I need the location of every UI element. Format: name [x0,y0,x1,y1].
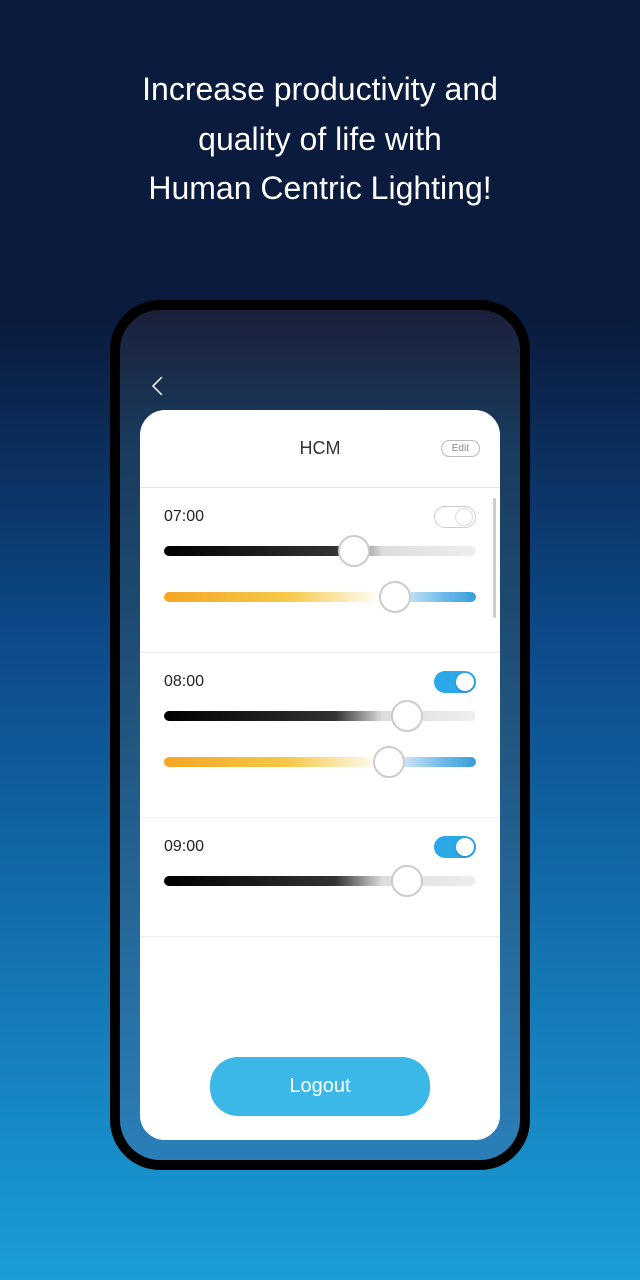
schedule-list: 07:00 08:00 [140,488,500,1039]
settings-card: HCM Edit 07:00 [140,410,500,1140]
phone-frame: HCM Edit 07:00 [110,300,530,1170]
slider-thumb-icon [391,865,423,897]
enable-toggle[interactable] [434,836,476,858]
back-button[interactable] [150,375,164,397]
logout-button[interactable]: Logout [210,1057,430,1116]
schedule-entry: 09:00 [140,818,500,937]
brightness-slider[interactable] [164,711,476,721]
enable-toggle[interactable] [434,506,476,528]
toggle-knob-icon [455,508,473,526]
phone-screen: HCM Edit 07:00 [120,310,520,1160]
headline-line-3: Human Centric Lighting! [0,164,640,214]
schedule-time: 09:00 [164,838,204,856]
slider-thumb-icon [391,700,423,732]
card-header: HCM Edit [140,410,500,488]
scrollbar[interactable] [493,498,496,618]
schedule-time: 08:00 [164,673,204,691]
toggle-knob-icon [456,673,474,691]
slider-thumb-icon [338,535,370,567]
marketing-headline: Increase productivity and quality of lif… [0,0,640,214]
toggle-knob-icon [456,838,474,856]
brightness-slider[interactable] [164,876,476,886]
slider-thumb-icon [373,746,405,778]
headline-line-2: quality of life with [0,115,640,165]
schedule-entry: 08:00 [140,653,500,818]
card-footer: Logout [140,1039,500,1140]
schedule-time: 07:00 [164,508,204,526]
brightness-slider[interactable] [164,546,476,556]
chevron-left-icon [150,375,164,397]
card-title: HCM [300,438,341,459]
schedule-entry: 07:00 [140,488,500,653]
color-temp-slider[interactable] [164,757,476,767]
headline-line-1: Increase productivity and [0,65,640,115]
slider-thumb-icon [379,581,411,613]
edit-button[interactable]: Edit [441,440,480,457]
color-temp-slider[interactable] [164,592,476,602]
enable-toggle[interactable] [434,671,476,693]
